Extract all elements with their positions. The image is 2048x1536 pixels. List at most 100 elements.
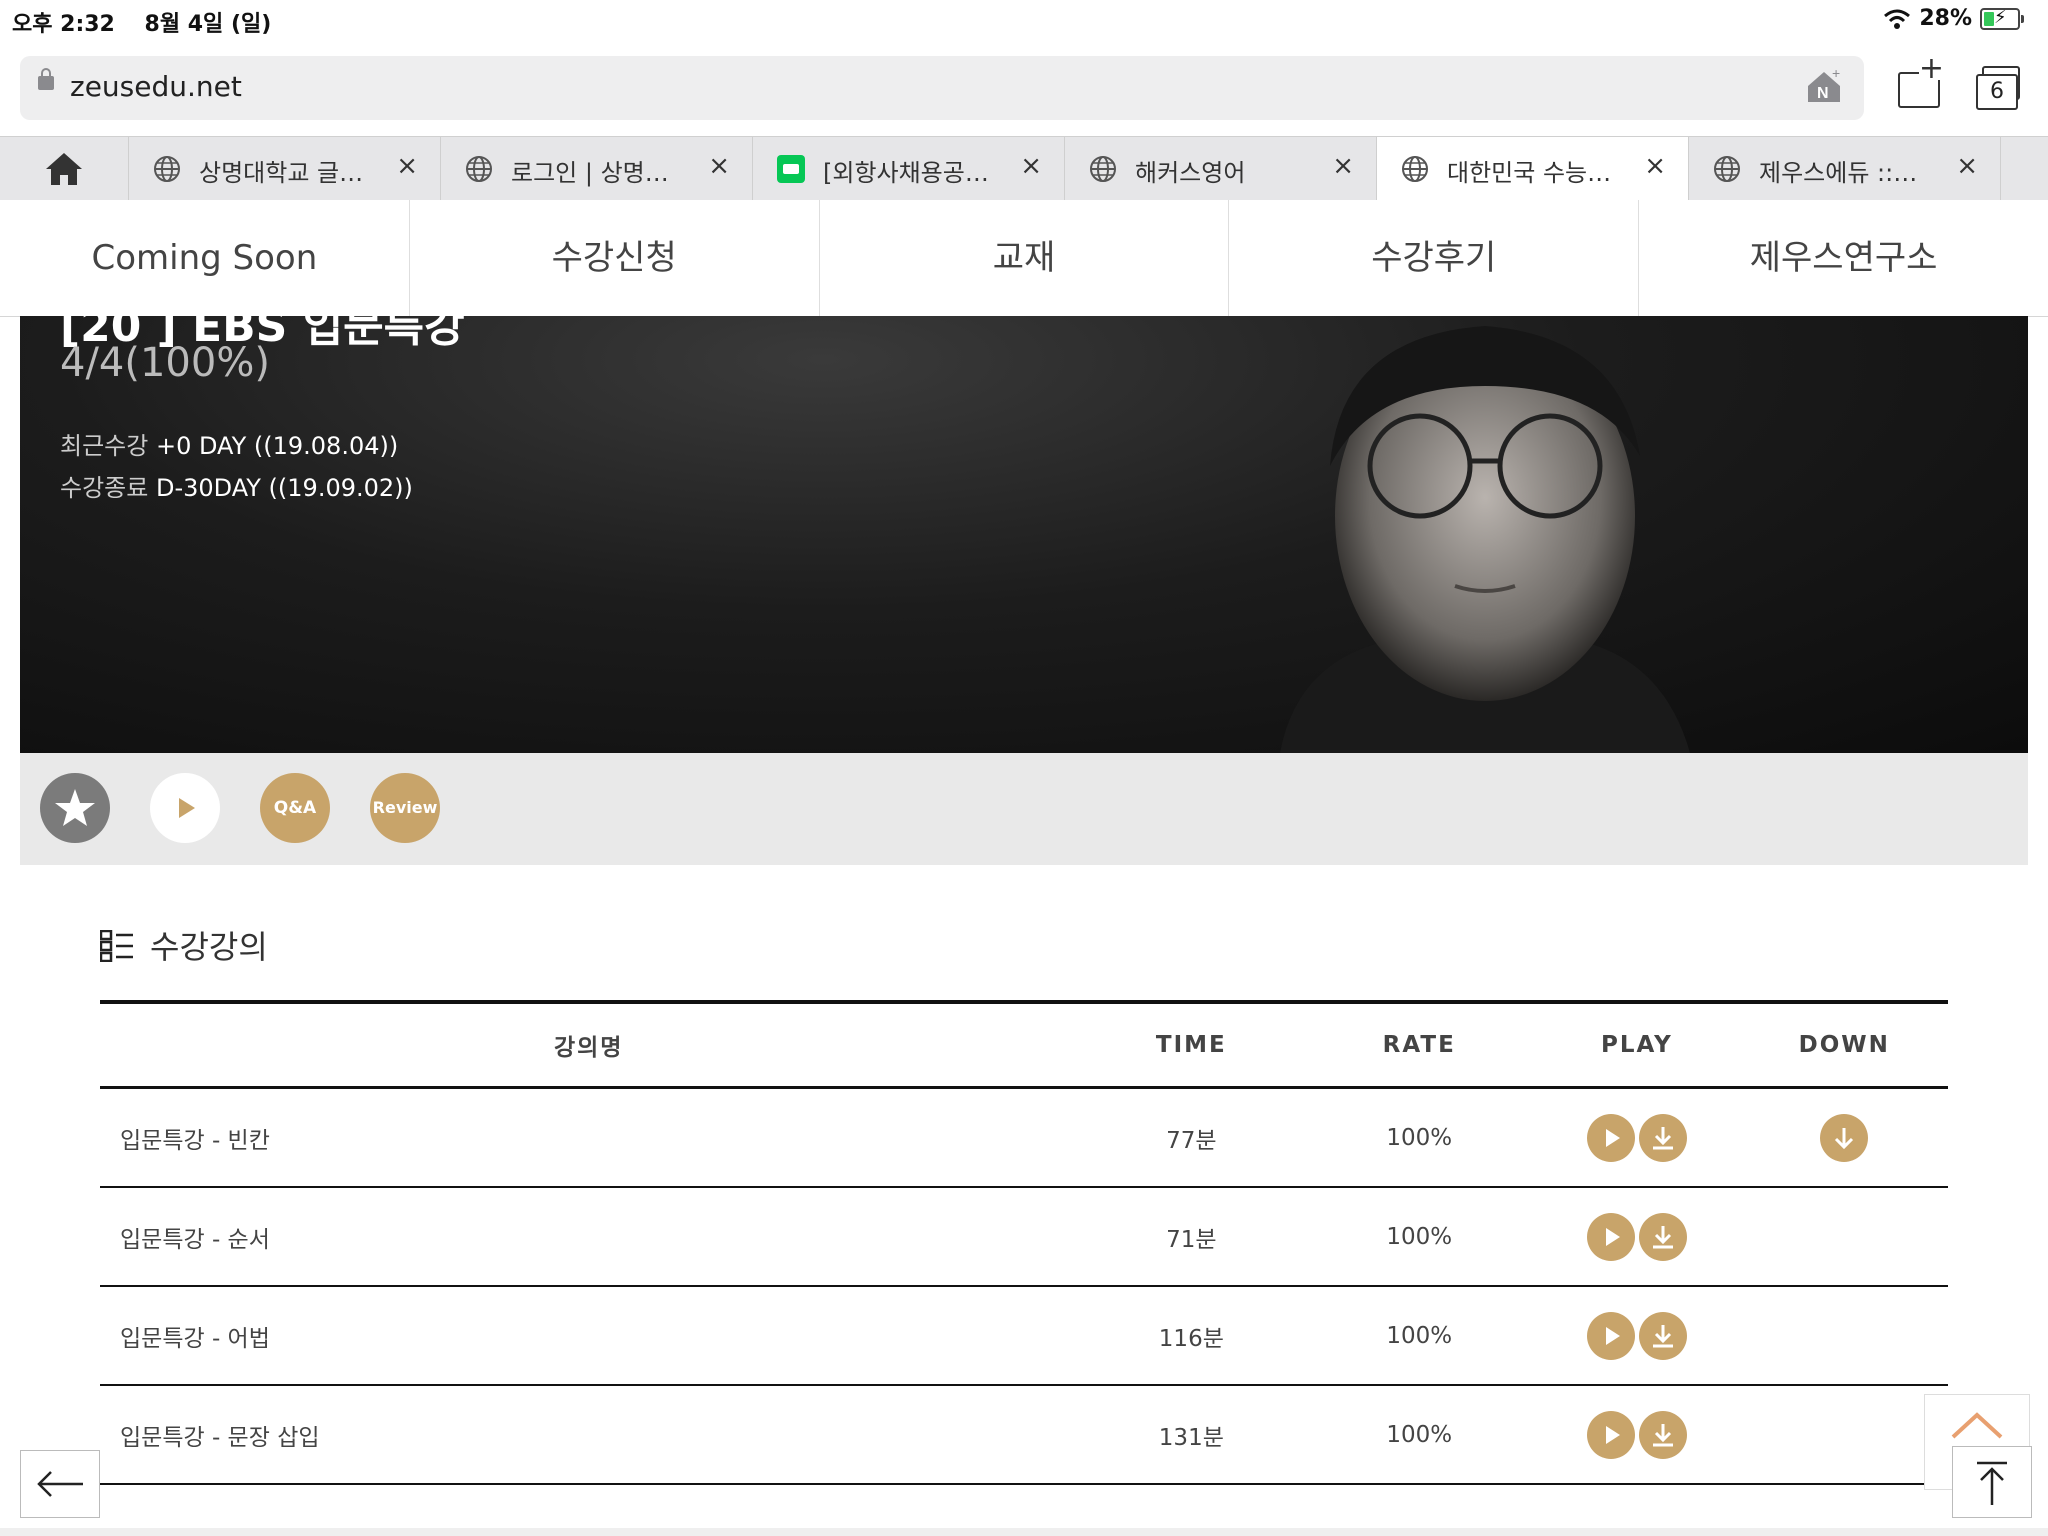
play-lecture-button[interactable]	[1586, 1212, 1635, 1261]
lecture-time: 77분	[1077, 1087, 1306, 1188]
play-cell	[1533, 1187, 1741, 1287]
tab-title: 해커스영어	[1135, 159, 1246, 187]
table-row: 입문특강 - 순서 71분 100%	[100, 1187, 1948, 1287]
stream-download-button[interactable]	[1638, 1410, 1687, 1459]
download-icon	[1652, 1324, 1673, 1347]
browser-tab[interactable]: 로그인 | 상명… ×	[441, 137, 753, 201]
lecture-time: 131분	[1077, 1385, 1306, 1485]
nav-reviews[interactable]: 수강후기	[1229, 200, 1640, 316]
close-icon[interactable]: ×	[1644, 151, 1666, 181]
nav-enroll[interactable]: 수강신청	[410, 200, 820, 316]
lecture-name: 입문특강 - 문장 삽입	[100, 1385, 1078, 1485]
url-text[interactable]: zeusedu.net	[70, 70, 242, 103]
play-cell	[1533, 1087, 1741, 1188]
status-time: 오후 2:32	[12, 12, 115, 37]
scroll-top-button[interactable]	[1952, 1446, 2032, 1518]
down-cell	[1740, 1286, 1948, 1386]
browser-tab-active[interactable]: 대한민국 수능… ×	[1377, 137, 1689, 201]
blog-icon	[777, 155, 805, 183]
nav-textbook[interactable]: 교재	[820, 200, 1230, 316]
close-icon[interactable]: ×	[396, 151, 418, 181]
arrow-left-icon	[37, 1471, 83, 1497]
download-icon	[1652, 1423, 1673, 1446]
nav-research[interactable]: 제우스연구소	[1639, 200, 2048, 316]
close-icon[interactable]: ×	[708, 151, 730, 181]
lecture-name: 입문특강 - 어법	[100, 1286, 1078, 1386]
favorite-button[interactable]	[40, 773, 110, 843]
tab-strip: 상명대학교 글… × 로그인 | 상명… × [외항사채용공… × 해커스영어 …	[0, 136, 2048, 202]
lecture-time: 116분	[1077, 1286, 1306, 1386]
close-icon[interactable]: ×	[1020, 151, 1042, 181]
download-lecture-button[interactable]	[1820, 1113, 1869, 1162]
qa-button[interactable]: Q&A	[260, 773, 330, 843]
review-button[interactable]: Review	[370, 773, 440, 843]
play-icon	[1605, 1128, 1620, 1147]
status-bar: 오후 2:32 8월 4일 (일) 28% ⚡	[0, 0, 2048, 40]
col-time: TIME	[1077, 1000, 1306, 1089]
play-lecture-button[interactable]	[1586, 1311, 1635, 1360]
recent-value: +0 DAY ((19.08.04))	[155, 432, 399, 460]
globe-icon	[466, 156, 492, 182]
close-icon[interactable]: ×	[1956, 151, 1978, 181]
address-bar[interactable]: zeusedu.net N +	[20, 56, 1864, 120]
down-cell	[1740, 1187, 1948, 1287]
stream-download-button[interactable]	[1638, 1311, 1687, 1360]
lecture-table: 강의명 TIME RATE PLAY DOWN 입문특강 - 빈칸 77분 100%…	[100, 1000, 1948, 1485]
col-play: PLAY	[1533, 1000, 1741, 1089]
lecture-rate: 100%	[1305, 1286, 1534, 1386]
browser-tab[interactable]: [외항사채용공… ×	[753, 137, 1065, 201]
star-icon	[55, 789, 95, 826]
naver-home-icon[interactable]: N +	[1804, 66, 1844, 106]
new-tab-button[interactable]: +	[1894, 54, 1944, 108]
nav-coming-soon[interactable]: Coming Soon	[0, 200, 410, 316]
back-button[interactable]	[20, 1450, 100, 1518]
play-lecture-button[interactable]	[1586, 1410, 1635, 1459]
table-row: 입문특강 - 문장 삽입 131분 100%	[100, 1385, 1948, 1485]
lecture-name: 입문특강 - 빈칸	[100, 1087, 1078, 1188]
lecture-rate: 100%	[1305, 1087, 1534, 1188]
battery-icon: ⚡	[1980, 7, 2024, 30]
stream-download-button[interactable]	[1638, 1212, 1687, 1261]
instructor-photo	[1280, 326, 1690, 753]
site-nav: Coming Soon 수강신청 교재 수강후기 제우스연구소	[0, 200, 2048, 317]
lock-icon	[38, 68, 54, 90]
globe-icon	[1402, 156, 1428, 182]
battery-percent: 28%	[1919, 6, 1972, 31]
browser-tab[interactable]: 제우스에듀 ::… ×	[1689, 137, 2001, 201]
tab-title: [외항사채용공…	[823, 159, 989, 187]
lecture-time: 71분	[1077, 1187, 1306, 1287]
recent-study: 최근수강 +0 DAY ((19.08.04))	[60, 426, 398, 461]
status-date: 8월 4일 (일)	[144, 12, 272, 37]
lecture-name: 입문특강 - 순서	[100, 1187, 1078, 1287]
download-icon	[1652, 1225, 1673, 1248]
down-cell	[1740, 1087, 1948, 1188]
tab-title: 제우스에듀 ::…	[1759, 159, 1918, 187]
play-cell	[1533, 1385, 1741, 1485]
play-lecture-button[interactable]	[1586, 1113, 1635, 1162]
play-course-button[interactable]	[150, 773, 220, 843]
col-down: DOWN	[1740, 1000, 1948, 1089]
tab-title: 상명대학교 글…	[199, 159, 364, 187]
plus-icon: +	[1918, 51, 1944, 86]
lecture-rate: 100%	[1305, 1385, 1534, 1485]
tab-switcher-button[interactable]: 6	[1972, 64, 2020, 110]
study-end: 수강종료 D-30DAY ((19.09.02))	[60, 468, 413, 503]
lecture-rate: 100%	[1305, 1187, 1534, 1287]
course-progress: 4/4(100%)	[60, 340, 270, 386]
end-label: 수강종료	[60, 474, 149, 502]
home-tab-button[interactable]	[0, 137, 129, 201]
browser-tab[interactable]: 해커스영어 ×	[1065, 137, 1377, 201]
play-icon	[1605, 1425, 1620, 1444]
list-icon	[100, 930, 133, 962]
play-cell	[1533, 1286, 1741, 1386]
tab-count: 6	[1976, 74, 2018, 110]
end-value: D-30DAY ((19.09.02))	[155, 474, 413, 502]
play-icon	[179, 798, 195, 818]
col-name: 강의명	[100, 1000, 1078, 1089]
browser-tab[interactable]: 상명대학교 글… ×	[129, 137, 441, 201]
recent-label: 최근수강	[60, 432, 149, 460]
play-icon	[1605, 1227, 1620, 1246]
stream-download-button[interactable]	[1638, 1113, 1687, 1162]
close-icon[interactable]: ×	[1332, 151, 1354, 181]
globe-icon	[154, 156, 180, 182]
